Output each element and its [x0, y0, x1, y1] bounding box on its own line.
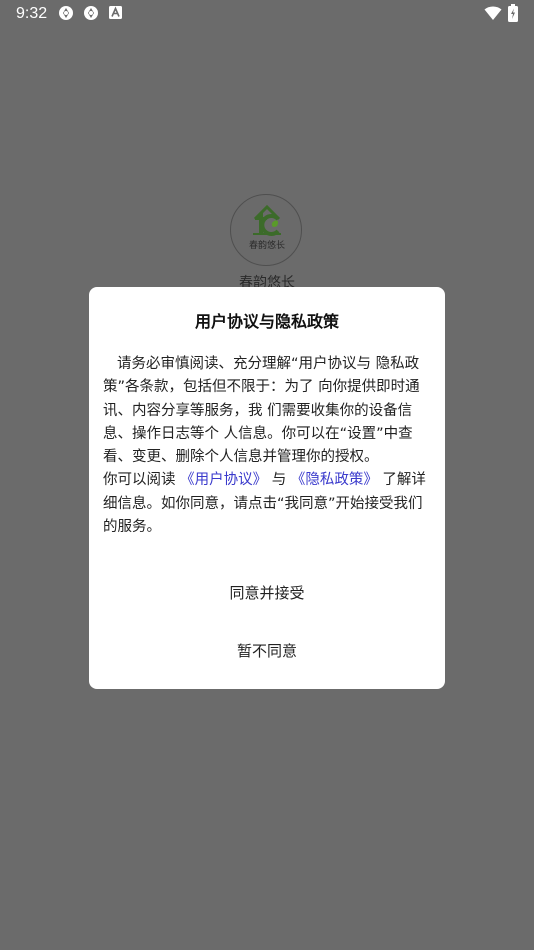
agree-button[interactable]: 同意并接受	[89, 578, 445, 608]
sync-icon	[83, 5, 99, 21]
sync-icon	[58, 5, 74, 21]
user-agreement-link[interactable]: 《用户协议》	[180, 472, 267, 488]
a-notification-icon	[109, 6, 125, 22]
dialog-text-and: 与	[267, 472, 291, 489]
battery-icon	[508, 4, 518, 22]
privacy-policy-link[interactable]: 《隐私政策》	[291, 472, 378, 488]
disagree-button[interactable]: 暂不同意	[89, 636, 445, 666]
privacy-dialog: 用户协议与隐私政策 请务必审慎阅读、充分理解“用户协议与 隐私政策”各条款，包括…	[89, 287, 445, 689]
wifi-icon	[484, 5, 502, 21]
app-logo: 春韵悠长	[230, 194, 302, 266]
status-bar: 9:32	[0, 0, 534, 28]
dialog-title: 用户协议与隐私政策	[194, 312, 339, 331]
logo-text: 春韵悠长	[249, 239, 285, 251]
dialog-body: 请务必审慎阅读、充分理解“用户协议与 隐私政策”各条款，包括但不限于：为了 向你…	[103, 353, 431, 539]
dialog-text-prefix: 你可以阅读	[103, 472, 181, 489]
dialog-paragraph-terms: 请务必审慎阅读、充分理解“用户协议与 隐私政策”各条款，包括但不限于：为了 向你…	[103, 356, 420, 466]
dialog-paragraph-links: 你可以阅读 《用户协议》 与 《隐私政策》 了解详细信息。如你同意，请点击“我同…	[103, 469, 431, 539]
status-time: 9:32	[16, 5, 48, 22]
